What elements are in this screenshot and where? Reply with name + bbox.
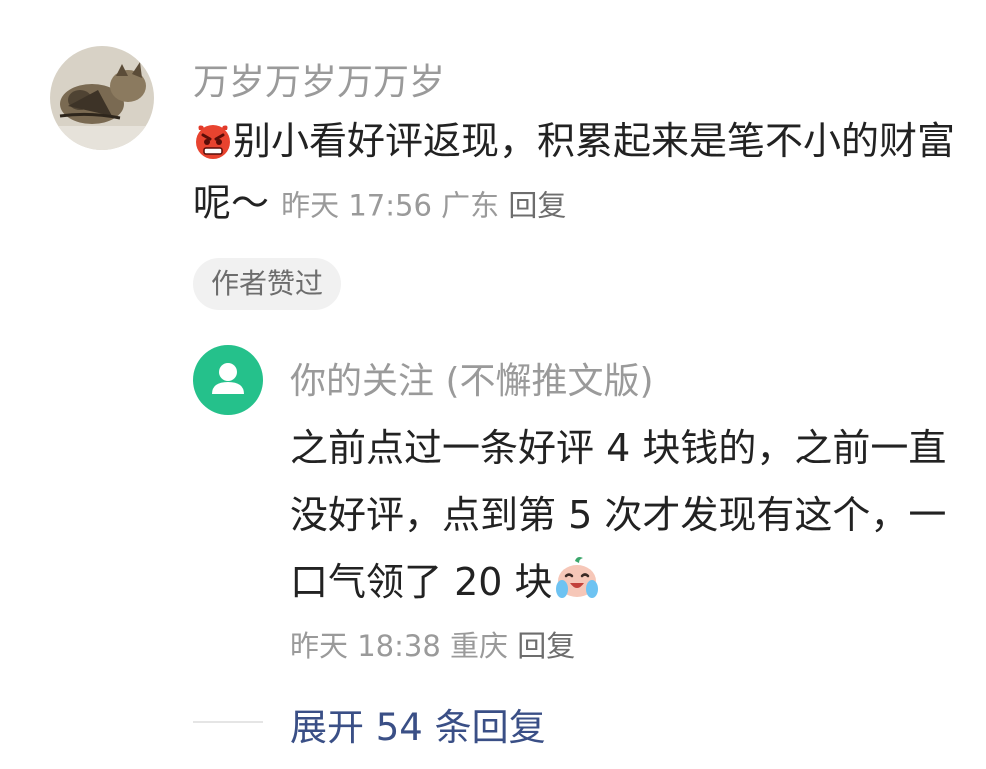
expand-replies-button[interactable]: 展开 54 条回复	[290, 697, 546, 751]
reply-time: 昨天 18:38	[290, 629, 441, 663]
author-liked-badge: 作者赞过	[193, 258, 342, 310]
reply-location: 重庆	[450, 629, 509, 663]
default-user-icon	[212, 363, 244, 394]
comment-location: 广东	[441, 188, 500, 223]
reply-body: 之前点过一条好评 4 块钱的，之前一直没好评，点到第 5 次才发现有这个，一口气…	[290, 415, 960, 622]
comment-meta: 昨天 17:56 广东 回复	[281, 189, 566, 223]
comment-avatar[interactable]	[50, 46, 154, 150]
reply-username[interactable]: 你的关注 (不懈推文版)	[290, 352, 654, 404]
reply-avatar[interactable]	[193, 345, 263, 415]
crying-laughing-emoji-icon	[553, 553, 601, 622]
reply-text: 之前点过一条好评 4 块钱的，之前一直没好评，点到第 5 次才发现有这个，一口气…	[290, 426, 947, 604]
angry-face-emoji-icon	[193, 119, 233, 175]
divider-line	[193, 721, 263, 723]
cat-photo-avatar-icon	[50, 46, 154, 150]
comment-username[interactable]: 万岁万岁万万岁	[193, 53, 445, 105]
reply-meta: 昨天 18:38 重庆 回复	[290, 623, 575, 665]
reply-reply-button[interactable]: 回复	[517, 629, 575, 663]
comment-body: 别小看好评返现，积累起来是笔不小的财富呢～ 昨天 17:56 广东 回复	[193, 113, 963, 234]
comment-reply-button[interactable]: 回复	[508, 189, 566, 223]
comment-time: 昨天 17:56	[281, 188, 432, 223]
